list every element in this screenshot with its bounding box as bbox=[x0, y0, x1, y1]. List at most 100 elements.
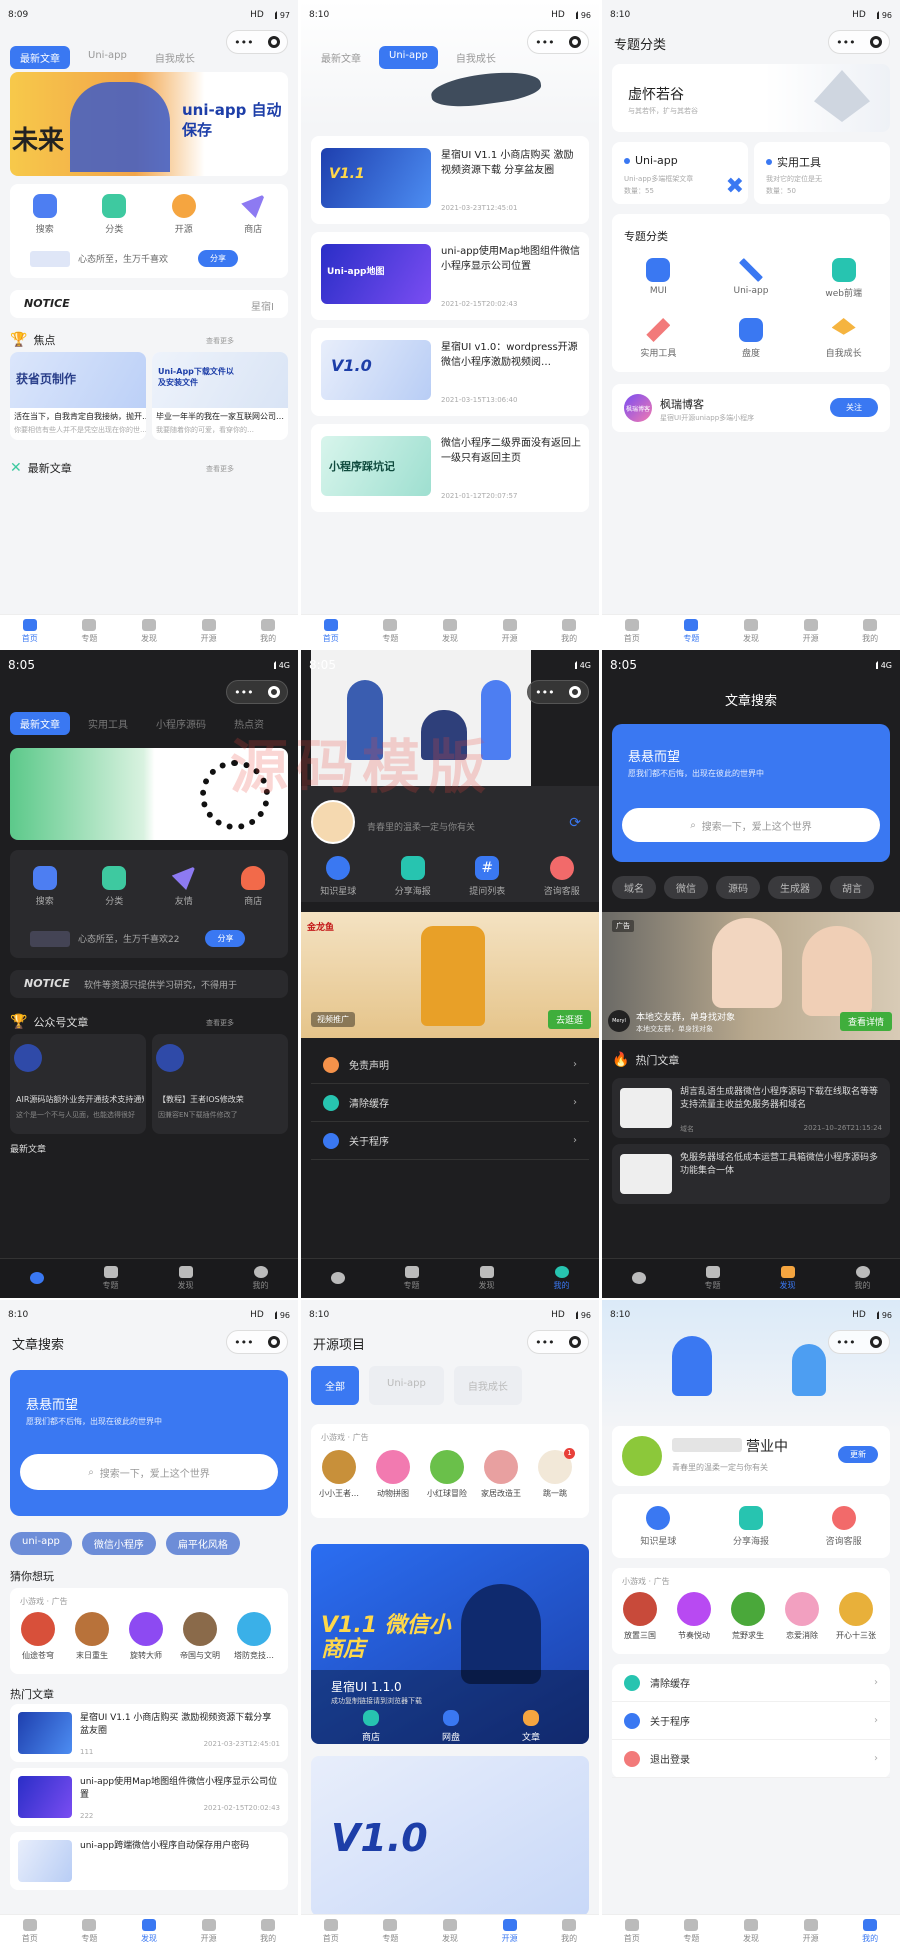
tag-chip[interactable]: 微信小程序 bbox=[81, 1532, 156, 1555]
category-web[interactable]: web前端 bbox=[814, 258, 874, 299]
action-article[interactable]: 文章 bbox=[501, 1710, 561, 1743]
game-item[interactable]: 帝国与文明 bbox=[176, 1612, 224, 1661]
shortcut-store[interactable]: 商店 bbox=[223, 866, 283, 907]
nav-opensource[interactable]: 开源 bbox=[502, 1919, 518, 1944]
nav-discover[interactable]: 发现 bbox=[479, 1266, 495, 1291]
nav-home[interactable] bbox=[29, 1271, 44, 1286]
avatar[interactable] bbox=[311, 800, 355, 844]
game-item[interactable]: 节奏悦动 bbox=[670, 1592, 718, 1641]
nav-topics[interactable]: 专题 bbox=[81, 1919, 97, 1944]
nav-home[interactable]: 首页 bbox=[323, 1919, 339, 1944]
category-growth[interactable]: 自我成长 bbox=[814, 318, 874, 359]
more-link[interactable]: 查看更多 bbox=[206, 336, 234, 346]
home-banner[interactable]: 未来 uni-app 自动保存 bbox=[10, 72, 288, 176]
game-item[interactable]: 放置三国 bbox=[616, 1592, 664, 1641]
ad-button[interactable]: 去逛逛 bbox=[547, 1010, 591, 1029]
menu-disclaimer[interactable]: 免责声明 › bbox=[311, 1046, 589, 1084]
nav-discover[interactable]: 发现 bbox=[141, 619, 157, 644]
category-mui[interactable]: MUI bbox=[628, 258, 688, 299]
shortcut-search[interactable]: 搜索 bbox=[15, 866, 75, 907]
close-ring-icon[interactable] bbox=[869, 1336, 882, 1348]
shortcut-category[interactable]: 分类 bbox=[84, 194, 144, 235]
filter-all[interactable]: 全部 bbox=[311, 1366, 359, 1405]
close-ring-icon[interactable] bbox=[568, 1336, 581, 1348]
filter-growth[interactable]: 自我成长 bbox=[453, 1366, 522, 1405]
game-item[interactable]: 小红球冒险 bbox=[423, 1450, 471, 1499]
game-item[interactable]: 1 跳一跳 bbox=[531, 1448, 579, 1499]
shortcut-friends[interactable]: 友情 bbox=[154, 866, 214, 907]
tag-chip[interactable]: uni-app bbox=[10, 1532, 72, 1555]
nav-topics[interactable]: 专题 bbox=[103, 1266, 119, 1291]
game-item[interactable]: 小小王者… bbox=[315, 1450, 363, 1499]
shortcut-search[interactable]: 搜索 bbox=[15, 194, 75, 235]
topic-card[interactable]: Uni-app Uni-app多端框架文章 数量：55 ✖ bbox=[612, 142, 748, 204]
category-disk[interactable]: 盘度 bbox=[721, 318, 781, 359]
nav-discover[interactable]: 发现 bbox=[178, 1266, 194, 1291]
nav-discover[interactable]: 发现 bbox=[780, 1266, 796, 1291]
more-icon[interactable]: ••• bbox=[535, 1336, 554, 1349]
nav-mine[interactable]: 我的 bbox=[260, 1919, 276, 1944]
nav-topics[interactable]: 专题 bbox=[382, 619, 398, 644]
nav-topics[interactable]: 专题 bbox=[683, 1919, 699, 1944]
shortcut-knowledge[interactable]: 知识星球 bbox=[628, 1506, 688, 1547]
tag-chip[interactable]: 扁平化风格 bbox=[165, 1532, 240, 1555]
game-item[interactable]: 恋爱消除 bbox=[778, 1592, 826, 1641]
nav-mine[interactable]: 我的 bbox=[561, 619, 577, 644]
shortcut-service[interactable]: 咨询客服 bbox=[532, 856, 592, 897]
game-item[interactable]: 动物拼图 bbox=[369, 1450, 417, 1499]
capsule-menu[interactable]: ••• bbox=[226, 30, 288, 54]
shortcut-poster[interactable]: 分享海报 bbox=[383, 856, 443, 897]
nav-mine[interactable]: 我的 bbox=[253, 1266, 269, 1291]
shortcut-knowledge[interactable]: 知识星球 bbox=[308, 856, 368, 897]
nav-discover[interactable]: 发现 bbox=[442, 1919, 458, 1944]
article-item[interactable]: V1.0 星宿UI v1.0：wordpress开源微信小程序激励视频阅… 2021… bbox=[311, 328, 589, 416]
nav-topics[interactable]: 专题 bbox=[683, 619, 699, 644]
capsule-menu[interactable]: ••• bbox=[527, 30, 589, 54]
shortcut-store[interactable]: 商店 bbox=[223, 194, 283, 235]
nav-mine[interactable]: 我的 bbox=[561, 1919, 577, 1944]
nav-home[interactable] bbox=[631, 1271, 646, 1286]
topic-card[interactable]: 实用工具 我对它的定位是无 数量：50 bbox=[754, 142, 890, 204]
avatar[interactable] bbox=[622, 1436, 662, 1476]
ad-banner[interactable]: 广告 Meryl 本地交友群，单身找对象 本地交友群，单身找对象 查看详情 bbox=[602, 912, 900, 1040]
menu-clear-cache[interactable]: 清除缓存 › bbox=[311, 1084, 589, 1122]
tag-chip[interactable]: 微信 bbox=[664, 876, 708, 899]
hot-article[interactable]: 胡言乱语生成器微信小程序源码下载在线取名等等支持流量主收益免服务器和域名 域名 … bbox=[612, 1078, 890, 1138]
menu-clear-cache[interactable]: 清除缓存 › bbox=[612, 1664, 890, 1702]
nav-home[interactable] bbox=[330, 1271, 345, 1286]
shortcut-service[interactable]: 咨询客服 bbox=[814, 1506, 874, 1547]
shortcut-poster[interactable]: 分享海报 bbox=[721, 1506, 781, 1547]
article-item[interactable]: 小程序踩坑记 微信小程序二级界面没有返回上一级只有返回主页 2021-01-12T2… bbox=[311, 424, 589, 512]
nav-topics[interactable]: 专题 bbox=[705, 1266, 721, 1291]
nav-topics[interactable]: 专题 bbox=[382, 1919, 398, 1944]
shortcut-category[interactable]: 分类 bbox=[84, 866, 144, 907]
nav-home[interactable]: 首页 bbox=[624, 1919, 640, 1944]
hot-article[interactable]: 免服务器域名低成本运营工具箱微信小程序源码多功能集合一体 bbox=[612, 1144, 890, 1204]
nav-home[interactable]: 首页 bbox=[323, 619, 339, 644]
capsule-menu[interactable]: ••• bbox=[527, 1330, 589, 1354]
tab-uniapp[interactable]: Uni-app bbox=[379, 46, 438, 69]
menu-about[interactable]: 关于程序 › bbox=[612, 1702, 890, 1740]
close-ring-icon[interactable] bbox=[267, 36, 280, 48]
more-icon[interactable]: ••• bbox=[234, 686, 253, 699]
more-link[interactable]: 查看更多 bbox=[206, 464, 234, 474]
nav-discover[interactable]: 发现 bbox=[743, 619, 759, 644]
menu-about[interactable]: 关于程序 › bbox=[311, 1122, 589, 1160]
game-item[interactable]: 塔防竞技… bbox=[230, 1612, 278, 1661]
nav-mine[interactable]: 我的 bbox=[260, 619, 276, 644]
nav-discover[interactable]: 发现 bbox=[442, 619, 458, 644]
tab-growth[interactable]: 自我成长 bbox=[145, 46, 205, 69]
category-tools[interactable]: 实用工具 bbox=[628, 318, 688, 359]
search-input[interactable]: ⌕ 搜索一下，爱上这个世界 bbox=[20, 1454, 278, 1490]
game-item[interactable]: 仙途苍穹 bbox=[14, 1612, 62, 1661]
tag-chip[interactable]: 胡言 bbox=[830, 876, 874, 899]
nav-opensource[interactable]: 开源 bbox=[201, 1919, 217, 1944]
nav-mine[interactable]: 我的 bbox=[862, 619, 878, 644]
tag-chip[interactable]: 域名 bbox=[612, 876, 656, 899]
video-ad[interactable]: 金龙鱼 视频推广 去逛逛 bbox=[301, 912, 599, 1038]
follow-button[interactable]: 关注 bbox=[830, 398, 878, 417]
tag-chip[interactable]: 生成器 bbox=[768, 876, 822, 899]
more-icon[interactable]: ••• bbox=[535, 36, 554, 49]
tab-source[interactable]: 小程序源码 bbox=[146, 712, 216, 735]
nav-mine[interactable]: 我的 bbox=[862, 1919, 878, 1944]
